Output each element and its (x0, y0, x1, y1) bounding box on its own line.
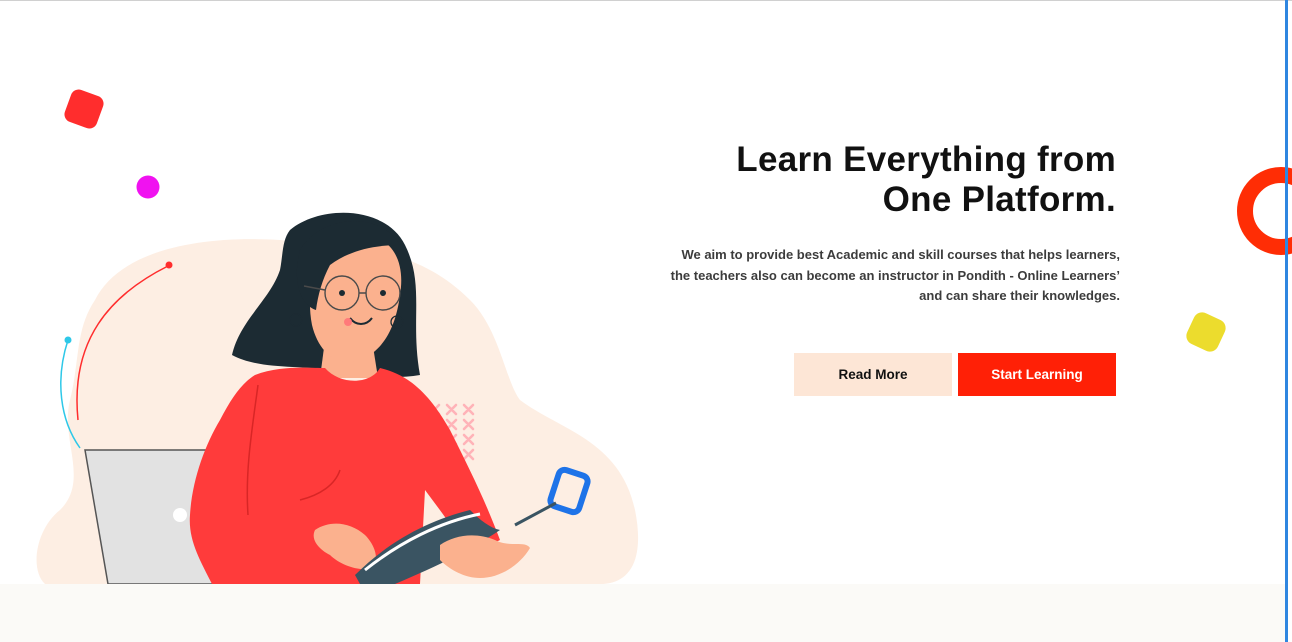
start-learning-button[interactable]: Start Learning (958, 353, 1116, 396)
description-line-2: the teachers also can become an instruct… (670, 267, 1120, 283)
magenta-dot-shape (136, 175, 160, 199)
red-rounded-square-shape (64, 89, 104, 129)
red-ring-decoration (1237, 167, 1292, 255)
viewport-right-edge (1285, 0, 1288, 642)
hero-description: We aim to provide best Academic and skil… (660, 245, 1120, 307)
description-line-3: and can share their knowledges. (919, 288, 1120, 303)
right-eye-shape (380, 290, 386, 296)
hero-heading-block: Learn Everything from One Platform. (660, 140, 1116, 220)
hero-illustration (36, 89, 639, 584)
hero-headline: Learn Everything from One Platform. (660, 140, 1116, 220)
headline-line-1: Learn Everything from (736, 140, 1116, 179)
red-arc-end-dot (165, 261, 173, 269)
laptop-logo-shape (173, 508, 187, 522)
cheek-shape (344, 318, 352, 326)
cyan-arc-end-dot (64, 336, 72, 344)
description-line-1: We aim to provide best Academic and skil… (681, 247, 1120, 262)
next-section-band (0, 584, 1286, 642)
read-more-button[interactable]: Read More (794, 353, 952, 396)
yellow-rounded-square-decoration (1183, 309, 1229, 355)
left-eye-shape (339, 290, 345, 296)
headline-line-2: One Platform. (882, 180, 1116, 219)
